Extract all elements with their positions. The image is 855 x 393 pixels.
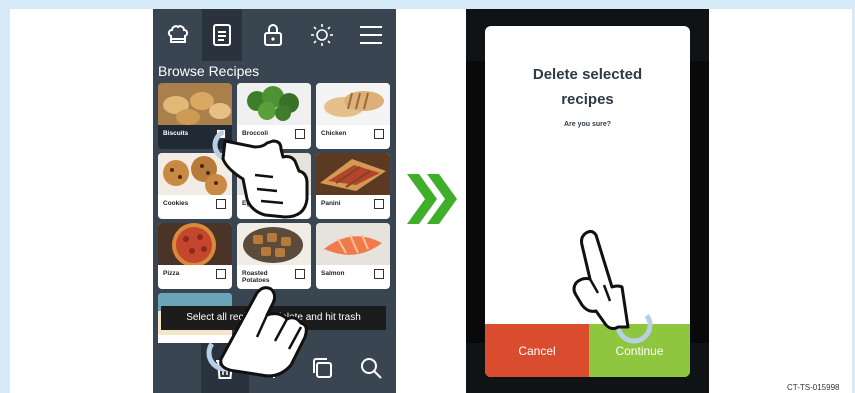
brightness-icon[interactable]: [305, 17, 339, 53]
recipe-tile-salmon[interactable]: Salmon: [316, 223, 390, 289]
recipe-checkbox[interactable]: [374, 129, 384, 139]
phone-screen-confirm-delete: Delete selected recipes Are you sure? Ca…: [466, 9, 709, 393]
dialog-title-line1: Delete selected: [532, 66, 643, 83]
recipe-checkbox[interactable]: [374, 199, 384, 209]
recipe-checkbox[interactable]: [374, 269, 384, 279]
chef-hat-icon[interactable]: [161, 17, 195, 53]
dialog-title: Delete selected recipes: [485, 62, 690, 112]
lock-icon[interactable]: [256, 17, 290, 53]
recipe-tile-panini[interactable]: Panini: [316, 153, 390, 219]
recipe-checkbox[interactable]: [295, 269, 305, 279]
recipe-label: Panini: [321, 200, 341, 207]
document-code: CT-TS-015998: [787, 383, 840, 392]
pointing-hand-icon: [212, 128, 309, 219]
pizza-photo: [158, 223, 232, 265]
panini-photo: [316, 153, 390, 195]
search-icon[interactable]: [355, 353, 387, 383]
roasted-potatoes-photo: [237, 223, 311, 265]
recipe-label: Chicken: [321, 130, 347, 137]
recipe-book-icon[interactable]: [202, 9, 242, 61]
phone-screen-browse: Browse Recipes Biscuits ✔ Broccoli Chick…: [153, 9, 396, 393]
recipe-label: Salmon: [321, 270, 345, 277]
pointing-hand-icon: [206, 286, 308, 378]
menu-icon[interactable]: [354, 17, 388, 53]
next-step-arrow-icon: [407, 174, 457, 224]
dialog-subtitle: Are you sure?: [563, 121, 612, 128]
salmon-photo: [316, 223, 390, 265]
browse-recipes-heading: Browse Recipes: [158, 63, 260, 79]
recipe-label: Cookies: [163, 200, 189, 207]
top-nav-bar: [153, 9, 396, 61]
recipe-tile-chicken[interactable]: Chicken: [316, 83, 390, 149]
dialog-title-line2: recipes: [561, 91, 614, 108]
recipe-checkbox[interactable]: [216, 269, 226, 279]
recipe-label: Pizza: [163, 270, 180, 277]
pointing-hand-icon: [572, 229, 653, 344]
chicken-photo: [316, 83, 390, 125]
recipe-label: Biscuits: [163, 130, 189, 137]
